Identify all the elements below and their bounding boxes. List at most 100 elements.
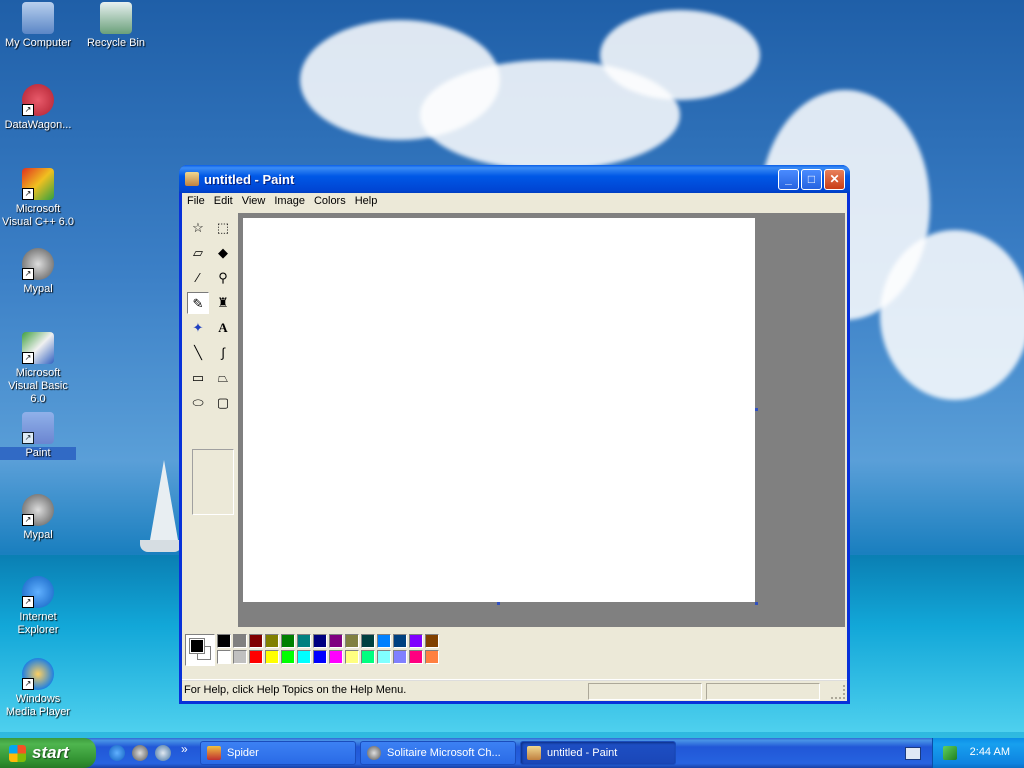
palette-swatch[interactable] bbox=[425, 634, 439, 648]
palette-swatch[interactable] bbox=[377, 650, 391, 664]
palette-swatch[interactable] bbox=[329, 634, 343, 648]
palette-swatch[interactable] bbox=[297, 650, 311, 664]
menu-edit[interactable]: Edit bbox=[209, 193, 237, 207]
desktop-icon-recycle-bin[interactable]: Recycle Bin bbox=[78, 2, 154, 50]
palette-swatch[interactable] bbox=[361, 650, 375, 664]
canvas-area[interactable] bbox=[238, 213, 845, 627]
resize-handle-corner[interactable] bbox=[755, 602, 758, 605]
menu-file[interactable]: File bbox=[182, 193, 209, 207]
menu-view[interactable]: View bbox=[237, 193, 270, 207]
color-palette bbox=[185, 634, 845, 668]
desktop-icon-internet-explorer[interactable]: ↗ Internet Explorer bbox=[0, 576, 76, 637]
close-button[interactable]: ✕ bbox=[824, 169, 845, 190]
palette-swatch[interactable] bbox=[393, 634, 407, 648]
desktop-icon-mypal-2[interactable]: ↗ Mypal bbox=[0, 494, 76, 542]
program-icon[interactable] bbox=[155, 745, 171, 761]
computer-icon bbox=[22, 2, 54, 34]
palette-swatch[interactable] bbox=[329, 650, 343, 664]
desktop-icon-datawagon[interactable]: ↗ DataWagon... bbox=[0, 84, 76, 132]
desktop-icon-visual-cpp[interactable]: ↗ Microsoft Visual C++ 6.0 bbox=[0, 168, 76, 229]
paint-icon[interactable] bbox=[185, 172, 199, 186]
mypal-icon[interactable] bbox=[132, 745, 148, 761]
resize-handle-right[interactable] bbox=[755, 408, 758, 411]
desktop-icon-paint[interactable]: ↗ Paint bbox=[0, 412, 76, 460]
shortcut-arrow-icon: ↗ bbox=[22, 514, 34, 526]
taskbar-button-spider[interactable]: Spider bbox=[200, 741, 356, 765]
polygon-icon[interactable]: ⏢ bbox=[212, 367, 234, 389]
palette-swatch[interactable] bbox=[233, 650, 247, 664]
title-bar[interactable]: untitled - Paint _ □ ✕ bbox=[179, 165, 850, 193]
palette-swatch[interactable] bbox=[249, 650, 263, 664]
mypal-icon bbox=[367, 746, 381, 760]
desktop-icon-my-computer[interactable]: My Computer bbox=[0, 2, 76, 50]
rounded-rectangle-icon[interactable]: ▢ bbox=[212, 392, 234, 414]
palette-swatch[interactable] bbox=[297, 634, 311, 648]
airbrush-icon[interactable]: ✦ bbox=[187, 317, 209, 339]
pencil-icon[interactable]: ✎ bbox=[187, 292, 209, 314]
palette-swatch[interactable] bbox=[345, 650, 359, 664]
taskbar-button-solitaire[interactable]: Solitaire Microsoft Ch... bbox=[360, 741, 516, 765]
palette-swatch[interactable] bbox=[345, 634, 359, 648]
maximize-button[interactable]: □ bbox=[801, 169, 822, 190]
taskbar-button-paint[interactable]: untitled - Paint bbox=[520, 741, 676, 765]
palette-swatch[interactable] bbox=[409, 650, 423, 664]
eraser-icon[interactable]: ▱ bbox=[187, 242, 209, 264]
minimize-button[interactable]: _ bbox=[778, 169, 799, 190]
status-bar: For Help, click Help Topics on the Help … bbox=[182, 679, 847, 701]
palette-swatch[interactable] bbox=[233, 634, 247, 648]
palette-swatch[interactable] bbox=[217, 650, 231, 664]
desktop-icon-label: Internet Explorer bbox=[17, 611, 59, 636]
fill-icon[interactable]: ◆ bbox=[212, 242, 234, 264]
ellipse-icon[interactable]: ⬭ bbox=[187, 392, 209, 414]
palette-swatch[interactable] bbox=[313, 650, 327, 664]
select-icon[interactable]: ⬚ bbox=[212, 217, 234, 239]
paint-icon: ↗ bbox=[22, 412, 54, 444]
desktop-icon-windows-media-player[interactable]: ↗ Windows Media Player bbox=[0, 658, 76, 719]
text-icon[interactable]: A bbox=[212, 317, 234, 339]
desktop-icon-mypal[interactable]: ↗ Mypal bbox=[0, 248, 76, 296]
palette-swatch[interactable] bbox=[393, 650, 407, 664]
palette-swatch[interactable] bbox=[249, 634, 263, 648]
desktop-icon-visual-basic[interactable]: ↗ Microsoft Visual Basic 6.0 bbox=[0, 332, 76, 406]
pick-color-icon[interactable]: ⁄ bbox=[187, 267, 209, 289]
internet-explorer-icon[interactable] bbox=[109, 745, 125, 761]
network-icon[interactable] bbox=[943, 746, 957, 760]
palette-swatch[interactable] bbox=[313, 634, 327, 648]
desktop-icon-label: Paint bbox=[0, 447, 76, 460]
tool-options-box[interactable] bbox=[192, 449, 234, 515]
clock[interactable]: 2:44 AM bbox=[970, 746, 1010, 758]
palette-swatch[interactable] bbox=[361, 634, 375, 648]
window-client: File Edit View Image Colors Help ☆ ⬚ ▱ ◆ ⁄ ⚲ … bbox=[182, 193, 847, 701]
free-form-select-icon[interactable]: ☆ bbox=[187, 217, 209, 239]
palette-swatch[interactable] bbox=[281, 650, 295, 664]
palette-swatch[interactable] bbox=[281, 634, 295, 648]
recycle-bin-icon bbox=[100, 2, 132, 34]
drawing-canvas[interactable] bbox=[243, 218, 755, 602]
palette-swatches bbox=[217, 634, 439, 664]
start-button[interactable]: start bbox=[0, 738, 96, 768]
brush-icon[interactable]: ♜ bbox=[212, 292, 234, 314]
line-icon[interactable]: ╲ bbox=[187, 342, 209, 364]
palette-swatch[interactable] bbox=[217, 634, 231, 648]
keyboard-icon[interactable] bbox=[905, 747, 921, 760]
curve-icon[interactable]: ∫ bbox=[212, 342, 234, 364]
menu-help[interactable]: Help bbox=[350, 193, 382, 207]
quick-launch-expand-button[interactable]: » bbox=[181, 742, 188, 756]
desktop-icon-label: DataWagon... bbox=[4, 119, 72, 131]
desktop-icon-label: Microsoft Visual C++ 6.0 bbox=[2, 203, 74, 228]
palette-swatch[interactable] bbox=[265, 650, 279, 664]
resize-handle-bottom[interactable] bbox=[497, 602, 500, 605]
magnifier-icon[interactable]: ⚲ bbox=[212, 267, 234, 289]
desktop-icon-label: My Computer bbox=[4, 37, 72, 49]
menu-image[interactable]: Image bbox=[269, 193, 309, 207]
menu-colors[interactable]: Colors bbox=[309, 193, 350, 207]
palette-swatch[interactable] bbox=[425, 650, 439, 664]
current-colors bbox=[185, 634, 215, 666]
palette-swatch[interactable] bbox=[409, 634, 423, 648]
rectangle-icon[interactable]: ▭ bbox=[187, 367, 209, 389]
palette-swatch[interactable] bbox=[377, 634, 391, 648]
size-grip[interactable] bbox=[831, 685, 845, 699]
task-label: untitled - Paint bbox=[547, 747, 618, 759]
shortcut-arrow-icon: ↗ bbox=[22, 268, 34, 280]
palette-swatch[interactable] bbox=[265, 634, 279, 648]
